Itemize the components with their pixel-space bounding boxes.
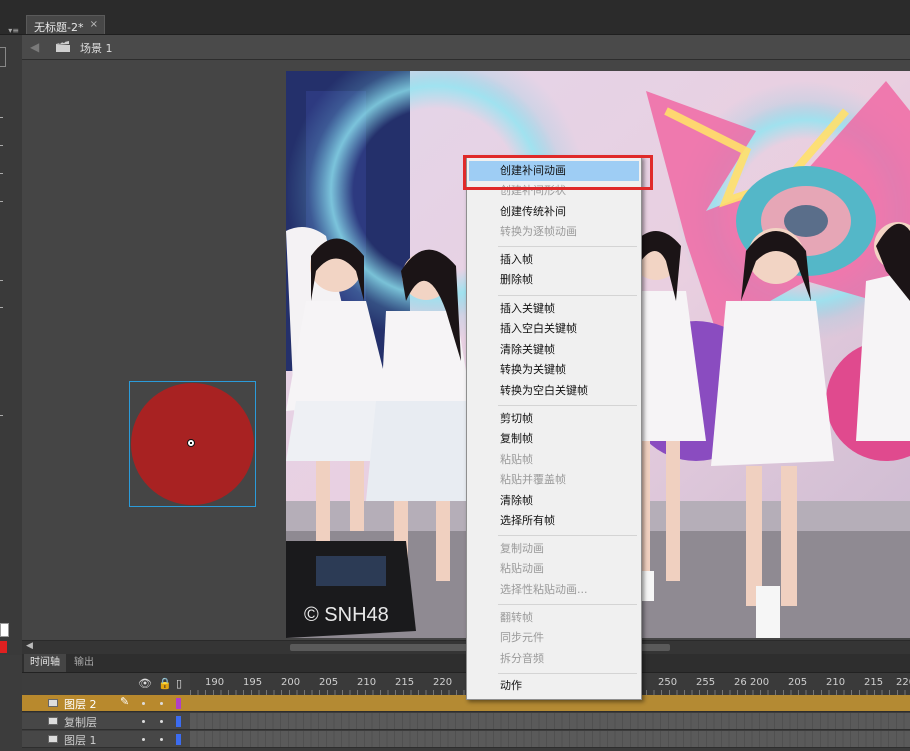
layer-row[interactable]: 复制层 [22,713,910,730]
scene-bar: ◀ 场景 1 [22,35,910,60]
pencil-icon: ✎ [120,695,130,708]
tool-marker[interactable] [0,280,3,284]
menu-item-reverse-frames[interactable]: 翻转帧 [469,608,639,628]
frame-context-menu: 创建补间动画 创建补间形状 创建传统补间 转换为逐帧动画 插入帧 删除帧 插入关… [466,156,642,700]
ruler-label: 200 [750,677,770,688]
ruler-label: 210 [357,677,377,688]
menu-item-insert-frame[interactable]: 插入帧 [469,250,639,270]
layer-name[interactable]: 复制层 [64,714,97,730]
left-tool-strip [0,35,23,655]
stroke-color-swatch[interactable] [0,623,9,637]
menu-item-paste-frames[interactable]: 粘贴帧 [469,450,639,470]
ruler-label: 215 [864,677,884,688]
ruler-label: 215 [395,677,415,688]
ruler-label: 255 [696,677,716,688]
menu-item-synchronize-symbols[interactable]: 同步元件 [469,628,639,648]
scene-label[interactable]: 场景 1 [80,40,113,56]
document-tab-title: 无标题-2* [34,21,84,34]
scroll-left-icon[interactable]: ◀ [26,641,33,651]
menu-item-insert-blank-keyframe[interactable]: 插入空白关键帧 [469,319,639,339]
layer-outline-color[interactable] [176,698,181,709]
lock-dot[interactable] [160,702,163,705]
ruler-label: 200 [281,677,301,688]
menu-separator [498,604,637,605]
close-icon[interactable]: × [90,19,98,30]
watermark-text: © SNH48 [304,604,389,626]
menu-item-copy-frames[interactable]: 复制帧 [469,429,639,449]
menu-item-clear-keyframe[interactable]: 清除关键帧 [469,340,639,360]
menu-separator [498,246,637,247]
tool-box[interactable] [0,47,6,67]
menu-separator [498,673,637,674]
lock-icon[interactable]: 🔒 [158,677,172,690]
menu-item-clear-frames[interactable]: 清除帧 [469,491,639,511]
tab-timeline[interactable]: 时间轴 [24,654,66,672]
menu-item-convert-to-keyframe[interactable]: 转换为关键帧 [469,360,639,380]
visibility-dot[interactable] [142,738,145,741]
menu-item-insert-keyframe[interactable]: 插入关键帧 [469,299,639,319]
lock-dot[interactable] [160,738,163,741]
menu-item-cut-frames[interactable]: 剪切帧 [469,409,639,429]
fill-color-swatch[interactable] [0,641,7,653]
menu-item-paste-motion[interactable]: 粘贴动画 [469,559,639,579]
ruler-label: 195 [243,677,263,688]
menu-item-create-classic-tween[interactable]: 创建传统补间 [469,202,639,222]
layer-outline-color[interactable] [176,734,181,745]
red-circle-shape[interactable] [131,383,254,505]
ruler-label: 220 [433,677,453,688]
tool-marker[interactable] [0,145,3,149]
document-tab[interactable]: 无标题-2* × [26,15,105,34]
layer-icon [48,717,58,725]
outline-icon[interactable]: ▯ [176,677,182,690]
layer-name[interactable]: 图层 2 [64,696,97,712]
menu-separator [498,295,637,296]
circle-selection-box[interactable] [129,381,256,507]
tool-marker[interactable] [0,415,3,419]
menu-item-convert-to-blank-keyframe[interactable]: 转换为空白关键帧 [469,381,639,401]
menu-item-paste-and-overwrite-frames[interactable]: 粘贴并覆盖帧 [469,470,639,490]
clapperboard-icon [56,41,70,52]
tool-marker[interactable] [0,173,3,177]
ruler-label: 220 [896,677,910,688]
tool-marker[interactable] [0,307,3,311]
menu-separator [498,535,637,536]
menu-item-copy-motion[interactable]: 复制动画 [469,539,639,559]
layer-icon [48,699,58,707]
tool-marker[interactable] [0,117,3,121]
back-arrow-icon[interactable]: ◀ [30,40,39,54]
document-tab-bar [0,0,910,34]
menu-item-remove-frames[interactable]: 删除帧 [469,270,639,290]
tool-marker[interactable] [0,201,3,205]
layer-name[interactable]: 图层 1 [64,732,97,748]
visibility-dot[interactable] [142,702,145,705]
annotation-highlight-box [463,155,653,190]
menu-item-paste-motion-special[interactable]: 选择性粘贴动画... [469,580,639,600]
menu-item-select-all-frames[interactable]: 选择所有帧 [469,511,639,531]
layer-outline-color[interactable] [176,716,181,727]
layer-row[interactable]: 图层 1 [22,731,910,748]
ruler-label: 190 [205,677,225,688]
registration-point-icon [187,439,195,447]
ruler-label: 250 [658,677,678,688]
layer-frames[interactable] [190,731,910,747]
ruler-label: 210 [826,677,846,688]
tab-output[interactable]: 输出 [68,654,100,672]
menu-item-convert-frame-by-frame[interactable]: 转换为逐帧动画 [469,222,639,242]
layer-frames[interactable] [190,713,910,729]
menu-separator [498,405,637,406]
visibility-dot[interactable] [142,720,145,723]
ruler-label: 205 [788,677,808,688]
lock-dot[interactable] [160,720,163,723]
ruler-label: 205 [319,677,339,688]
menu-item-split-audio[interactable]: 拆分音频 [469,649,639,669]
ruler-label: 26 [734,677,747,688]
eye-icon[interactable]: 👁 [138,677,152,690]
layer-icon [48,735,58,743]
menu-item-actions[interactable]: 动作 [469,676,639,696]
